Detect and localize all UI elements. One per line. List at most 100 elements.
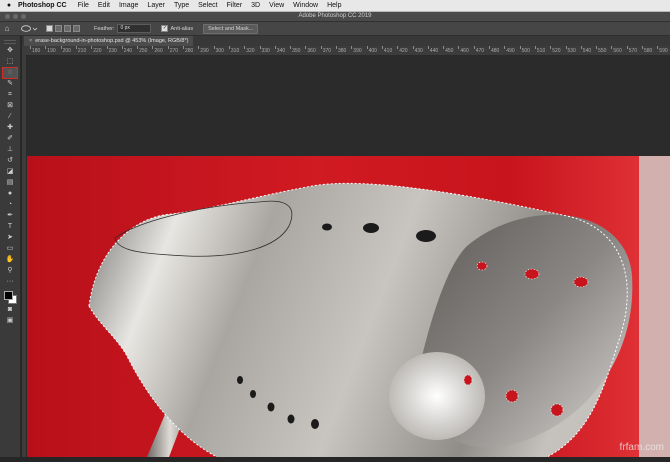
inner-vent-hole [524,268,540,280]
vent-hole [267,402,275,412]
move-tool-icon[interactable]: ✥ [3,46,17,56]
menu-help[interactable]: Help [327,2,341,9]
window-title: Adobe Photoshop CC 2019 [298,13,372,19]
ruler-label: 550 [598,48,607,54]
ruler-tick [274,46,276,49]
lasso-preset-picker[interactable] [20,24,40,33]
ruler-label: 190 [47,48,56,54]
ruler-tick [443,46,445,49]
ruler-tick [565,46,567,49]
document-tab[interactable]: × erase-background-in-photoshop.psd @ 453… [24,36,194,46]
ruler-label: 240 [123,48,133,54]
ruler-label: 250 [139,48,148,54]
select-and-mask-button[interactable]: Select and Mask... [203,23,259,34]
add-to-selection-icon[interactable] [55,25,62,32]
quick-selection-tool-icon[interactable]: ✎ [3,79,17,89]
anti-alias-label: Anti-alias [170,25,194,32]
window-title-bar: Adobe Photoshop CC 2019 [0,12,670,22]
ruler-tick [366,46,368,49]
new-selection-icon[interactable] [46,25,53,32]
ruler-tick [473,46,475,49]
ruler-label: 430 [414,48,423,54]
ruler-tick [626,46,628,49]
ruler-tick [504,46,506,49]
menu-3d[interactable]: 3D [251,2,260,9]
gradient-tool-icon[interactable]: ▤ [3,178,17,188]
marquee-tool-icon[interactable]: ⬚ [3,57,17,67]
rectangle-tool-icon[interactable]: ▭ [3,244,17,254]
edit-toolbar-icon[interactable]: ··· [3,277,17,287]
intersect-selection-icon[interactable] [73,25,80,32]
history-brush-tool-icon[interactable]: ↺ [3,156,17,166]
quick-mask-icon[interactable]: ◙ [3,305,17,315]
eraser-tool-icon[interactable]: ◪ [3,167,17,177]
apple-icon[interactable]: ● [0,2,18,9]
ruler-label: 340 [276,48,286,54]
frame-tool-icon[interactable]: ⊠ [3,101,17,111]
ruler-label: 270 [169,48,179,54]
tools-panel-grip[interactable] [4,40,16,44]
menu-view[interactable]: View [269,2,284,9]
ruler-label: 290 [200,48,209,54]
brush-tool-icon[interactable]: ✐ [3,134,17,144]
dodge-tool-icon[interactable]: ◔ [3,200,17,210]
ruler-tick [657,46,659,49]
home-icon[interactable]: ⌂ [0,24,14,33]
vent-hole [416,230,436,242]
ruler-label: 580 [644,48,653,54]
foreground-color-swatch[interactable] [4,291,13,300]
ruler-tick [259,46,261,49]
hand-tool-icon[interactable]: ✋ [3,255,17,265]
watermark: frfam.com [619,442,664,453]
ruler-tick [121,46,123,49]
menu-select[interactable]: Select [198,2,217,9]
color-swatches[interactable] [3,290,17,304]
ruler-tick [534,46,536,49]
lasso-preset-icon [21,24,38,32]
menu-image[interactable]: Image [119,2,138,9]
blur-tool-icon[interactable]: ● [3,189,17,199]
ruler-label: 450 [445,48,454,54]
ruler-label: 390 [353,48,362,54]
menu-file[interactable]: File [78,2,89,9]
ruler-tick [642,46,643,49]
ruler-label: 540 [582,48,592,54]
screen-mode-icon[interactable]: ▣ [3,316,17,326]
ruler-label: 180 [32,48,41,54]
ruler-tick [244,46,246,49]
anti-alias-checkbox[interactable]: ✓ [161,25,169,32]
crop-tool-icon[interactable]: ⌗ [3,90,17,100]
zoom-tool-icon[interactable]: ⚲ [3,266,17,276]
lasso-tool-icon[interactable]: ◌ [2,67,18,79]
menu-type[interactable]: Type [174,2,189,9]
menu-app-name[interactable]: Photoshop CC [18,2,67,9]
eyedropper-tool-icon[interactable]: ⁄ [3,112,17,122]
clone-stamp-tool-icon[interactable]: ⊥ [3,145,17,155]
pen-tool-icon[interactable]: ✒ [3,211,17,221]
close-tab-icon[interactable]: × [29,38,32,44]
ruler-label: 480 [491,48,500,54]
subtract-from-selection-icon[interactable] [64,25,71,32]
healing-brush-tool-icon[interactable]: ✚ [3,123,17,133]
feather-input[interactable]: 0 px [117,24,152,33]
menu-window[interactable]: Window [293,2,318,9]
image-canvas[interactable]: frfam.com [27,156,670,458]
ruler-tick [30,46,31,49]
ruler-tick [351,46,353,49]
ruler-tick [91,46,93,49]
ruler-tick [45,46,47,49]
tools-panel: ✥ ⬚ ◌ ✎ ⌗ ⊠ ⁄ ✚ ✐ ⊥ ↺ ◪ ▤ ● ◔ ✒ T ➤ ▭ ✋ ⚲ ··· ◙ ▣ [0,36,21,457]
ruler-label: 210 [77,48,87,54]
ruler-label: 470 [475,48,485,54]
ruler-label: 350 [292,48,301,54]
menu-filter[interactable]: Filter [227,2,243,9]
ruler-label: 530 [567,48,576,54]
ruler-label: 330 [261,48,270,54]
type-tool-icon[interactable]: T [3,222,17,232]
ruler-tick [519,46,521,49]
ruler-tick [580,46,582,49]
menu-edit[interactable]: Edit [98,2,110,9]
vent-hole [287,414,295,424]
path-selection-tool-icon[interactable]: ➤ [3,233,17,243]
menu-layer[interactable]: Layer [147,2,165,9]
